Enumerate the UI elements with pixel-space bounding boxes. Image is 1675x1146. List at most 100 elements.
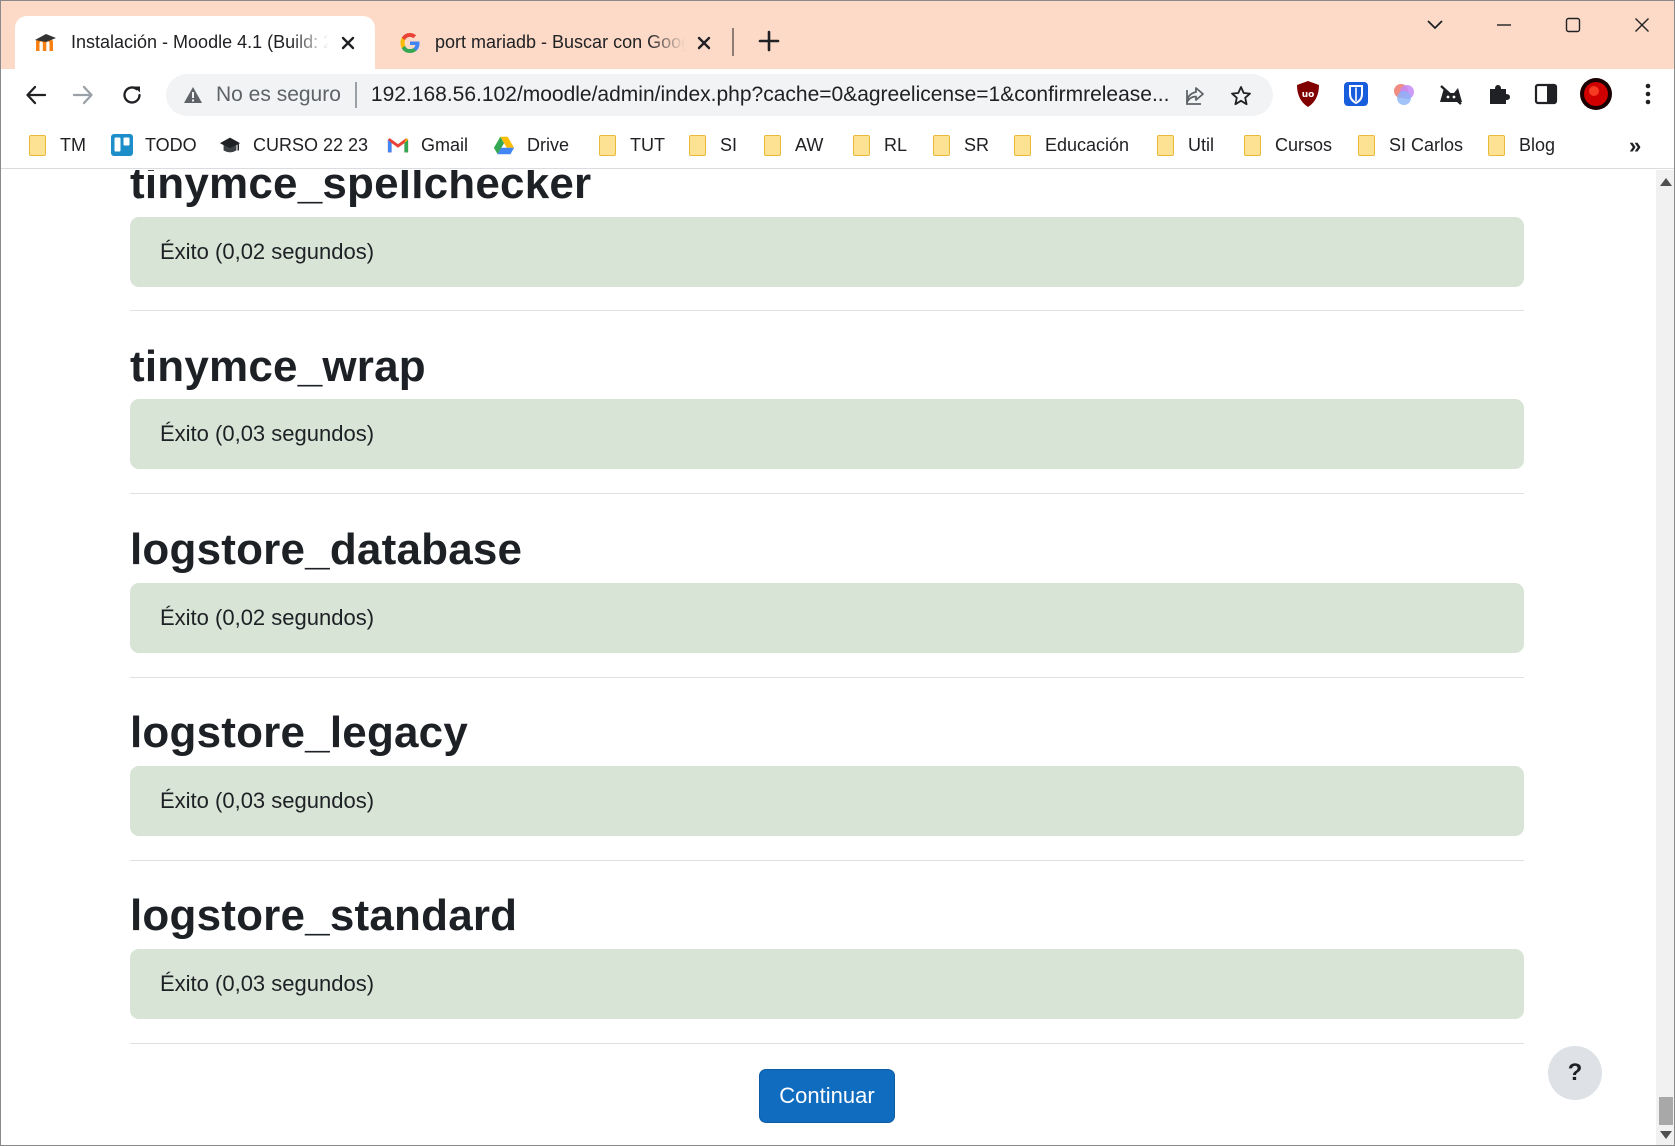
tab-strip: Instalación - Moodle 4.1 (Build: 2 port … (1, 1, 1674, 69)
bookmark-si[interactable]: SI (686, 129, 737, 161)
back-button[interactable] (18, 77, 54, 113)
bookmark-label: AW (795, 134, 824, 155)
tab-search-button[interactable] (1412, 9, 1458, 41)
share-icon[interactable] (1182, 83, 1208, 109)
section-divider (130, 860, 1524, 861)
warning-icon[interactable] (182, 84, 204, 106)
plus-icon (758, 30, 780, 52)
plugin-title: logstore_database (130, 525, 523, 574)
bookmark-aw[interactable]: AW (761, 129, 823, 161)
bookmark-sr[interactable]: SR (930, 129, 989, 161)
bookmarks-overflow-button[interactable]: » (1629, 133, 1641, 159)
bookmark-label: Educación (1045, 134, 1130, 155)
arrow-right-icon (72, 85, 93, 105)
address-bar[interactable]: No es seguro 192.168.56.102/moodle/admin… (166, 74, 1273, 116)
close-window-button[interactable] (1619, 9, 1665, 41)
bookmark-label: Cursos (1275, 134, 1333, 155)
help-button[interactable]: ? (1548, 1046, 1602, 1100)
scroll-down-arrow-icon[interactable] (1660, 1131, 1672, 1139)
drive-icon (493, 134, 515, 156)
scroll-up-arrow-icon[interactable] (1660, 178, 1672, 186)
cat-extension-icon[interactable] (1436, 79, 1466, 109)
ublock-icon[interactable]: uo (1293, 79, 1323, 109)
plugin-section: logstore_legacy Éxito (0,03 segundos) (130, 711, 1524, 836)
bookmark-label: Blog (1519, 134, 1556, 155)
bookmark-curso[interactable]: CURSO 22 23 (219, 129, 368, 161)
bookmark-gmail[interactable]: Gmail (387, 129, 468, 161)
extensions-puzzle-icon[interactable] (1484, 79, 1514, 109)
bookmarks-bar: TM TODO CURSO 22 23 Gmail Drive TUT SI A… (1, 121, 1674, 169)
folder-icon (930, 134, 952, 156)
tab-separator (732, 28, 734, 56)
plugin-section: tinymce_wrap Éxito (0,03 segundos) (130, 342, 1524, 469)
bookmark-label: TM (60, 134, 86, 155)
section-divider (130, 310, 1524, 311)
graduation-cap-icon (219, 134, 241, 156)
reload-button[interactable] (114, 77, 150, 113)
plugin-title: logstore_standard (130, 891, 518, 940)
bookmark-todo[interactable]: TODO (111, 129, 197, 161)
security-status[interactable]: No es seguro (216, 83, 341, 107)
maximize-button[interactable] (1550, 9, 1596, 41)
bookmark-drive[interactable]: Drive (493, 129, 569, 161)
folder-icon (596, 134, 618, 156)
bookmark-label: Gmail (421, 134, 469, 155)
tab-close-icon[interactable] (337, 32, 359, 54)
folder-icon (1355, 134, 1377, 156)
section-divider (130, 493, 1524, 494)
success-notification: Éxito (0,02 segundos) (130, 583, 1524, 653)
url-text[interactable]: 192.168.56.102/moodle/admin/index.php?ca… (371, 83, 1191, 107)
bookmark-cursos[interactable]: Cursos (1241, 129, 1332, 161)
folder-icon (26, 134, 48, 156)
bookmark-rl[interactable]: RL (850, 129, 907, 161)
plugin-section: logstore_standard Éxito (0,03 segundos) (130, 891, 1524, 1019)
bookmark-util[interactable]: Util (1154, 129, 1214, 161)
bookmark-si-carlos[interactable]: SI Carlos (1355, 129, 1463, 161)
bookmark-label: Util (1188, 134, 1214, 155)
folder-icon (1241, 134, 1263, 156)
google-icon (397, 30, 423, 56)
bookmark-tut[interactable]: TUT (596, 129, 665, 161)
tab-close-icon[interactable] (693, 32, 715, 54)
tab-title: port mariadb - Buscar con Google (435, 32, 685, 52)
side-panel-icon[interactable] (1531, 79, 1561, 109)
moodle-icon (33, 30, 59, 56)
page-scrollbar[interactable] (1656, 170, 1674, 1145)
bookmark-blog[interactable]: Blog (1485, 129, 1555, 161)
success-notification: Éxito (0,03 segundos) (130, 949, 1524, 1019)
reload-icon (123, 86, 141, 104)
bookmark-label: TUT (630, 134, 665, 155)
folder-icon (761, 134, 783, 156)
bitwarden-icon[interactable] (1341, 79, 1371, 109)
folder-icon (686, 134, 708, 156)
color-extension-icon[interactable] (1389, 79, 1419, 109)
browser-toolbar: No es seguro 192.168.56.102/moodle/admin… (1, 69, 1674, 121)
bookmark-tm[interactable]: TM (26, 129, 86, 161)
continue-button[interactable]: Continuar (759, 1069, 895, 1123)
svg-text:uo: uo (1302, 90, 1315, 100)
folder-icon (1485, 134, 1507, 156)
success-notification: Éxito (0,02 segundos) (130, 217, 1524, 287)
bookmark-label: SI (720, 134, 738, 155)
plugin-title: tinymce_spellchecker (130, 170, 592, 208)
bookmark-label: Drive (527, 134, 570, 155)
tab-google-search[interactable]: port mariadb - Buscar con Google (379, 16, 731, 69)
menu-kebab-icon[interactable] (1633, 79, 1663, 109)
bookmark-label: RL (884, 134, 908, 155)
browser-window: Instalación - Moodle 4.1 (Build: 2 port … (0, 0, 1675, 1146)
profile-avatar-icon[interactable] (1579, 77, 1613, 111)
folder-icon (850, 134, 872, 156)
scrollbar-thumb[interactable] (1659, 1097, 1673, 1125)
bookmark-educacion[interactable]: Educación (1011, 129, 1129, 161)
bookmark-label: SR (964, 134, 990, 155)
plugin-title: tinymce_wrap (130, 342, 426, 391)
success-notification: Éxito (0,03 segundos) (130, 766, 1524, 836)
bookmark-star-icon[interactable] (1228, 83, 1254, 109)
close-icon (1635, 18, 1649, 32)
tab-title: Instalación - Moodle 4.1 (Build: 2 (71, 32, 329, 52)
minimize-button[interactable] (1481, 9, 1527, 41)
tab-moodle-install[interactable]: Instalación - Moodle 4.1 (Build: 2 (15, 16, 375, 69)
arrow-left-icon (26, 85, 47, 105)
forward-button[interactable] (65, 77, 101, 113)
new-tab-button[interactable] (753, 25, 785, 57)
